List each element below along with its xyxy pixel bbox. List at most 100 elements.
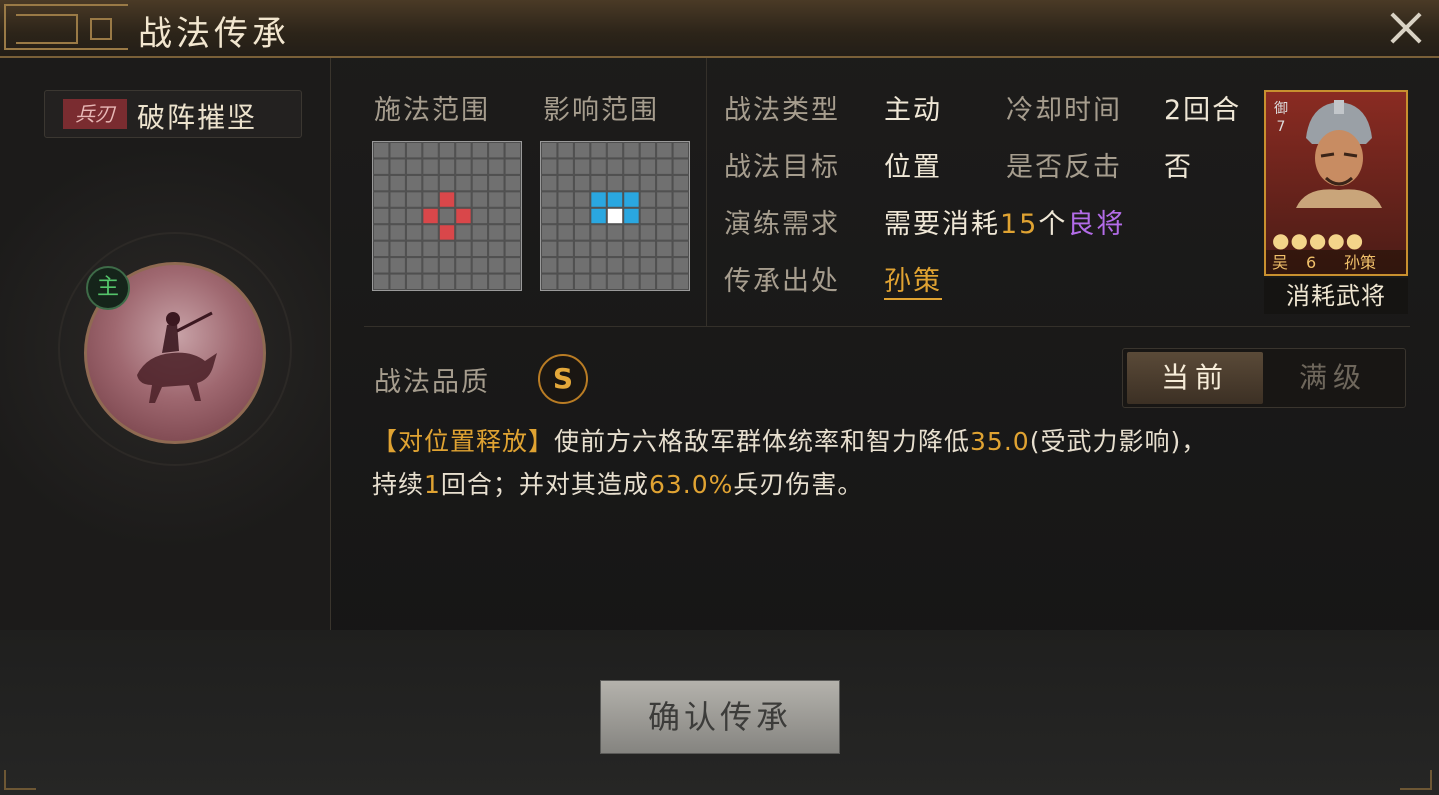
grid-cell <box>672 158 689 175</box>
grid-cell <box>573 224 591 241</box>
card-faction: 吴 <box>1272 253 1289 272</box>
counter-value: 否 <box>1164 152 1193 183</box>
grid-cell <box>541 257 558 274</box>
grid-cell <box>389 174 406 192</box>
grid-cell <box>373 257 390 274</box>
grid-cell <box>573 273 591 290</box>
general-portrait-icon <box>1296 100 1382 208</box>
grid-cell <box>639 240 657 258</box>
grid-cell <box>438 207 456 225</box>
grid-cell <box>389 191 406 208</box>
grid-cell <box>471 174 489 192</box>
grid-cell <box>471 273 489 290</box>
grid-cell <box>541 191 558 208</box>
grid-cell <box>656 174 673 192</box>
grid-cell <box>557 174 574 192</box>
grid-cell <box>573 207 591 225</box>
card-stars: ●●●●● <box>1272 228 1365 252</box>
horse-rider-icon <box>137 311 217 403</box>
grid-cell <box>389 257 406 274</box>
grid-cell <box>488 273 505 290</box>
grid-cell <box>471 142 489 159</box>
grid-cell <box>373 207 390 225</box>
grid-cell <box>455 174 472 192</box>
grid-cell <box>656 257 673 274</box>
grid-cell <box>573 257 591 274</box>
grid-cell <box>389 158 406 175</box>
grid-cell <box>405 207 423 225</box>
grid-cell <box>504 257 521 274</box>
grid-cell <box>438 142 456 159</box>
grid-cell <box>455 158 472 175</box>
grid-effect-svg <box>541 142 689 290</box>
confirm-inherit-button[interactable]: 确认传承 <box>600 680 840 754</box>
cast-range-label: 施法范围 <box>374 95 490 126</box>
card-cost: 6 <box>1306 253 1317 272</box>
grid-cell <box>422 191 439 208</box>
grid-cell <box>672 257 689 274</box>
skill-tag: 兵刃 破阵摧坚 <box>44 90 302 138</box>
grid-cast-svg <box>373 142 521 290</box>
desc-part3: 持续 <box>372 470 425 499</box>
skill-name: 破阵摧坚 <box>137 101 258 134</box>
grid-cell <box>438 273 456 290</box>
grid-cell <box>422 158 439 175</box>
grid-cell <box>623 142 640 159</box>
grid-cell <box>455 273 472 290</box>
grid-cell <box>590 142 607 159</box>
grid-cell <box>656 224 673 241</box>
grid-cell <box>573 174 591 192</box>
desc-turns: 1 <box>424 470 441 499</box>
grid-cell <box>373 240 390 258</box>
skill-inherit-dialog: 战法传承 兵刃 破阵摧坚 主 施法范围 影响范围 战法类型 主动 冷却时间 2回… <box>0 0 1439 795</box>
grid-cell <box>373 174 390 192</box>
grid-cell <box>590 240 607 258</box>
grid-cell <box>541 174 558 192</box>
grid-cell <box>422 207 439 225</box>
grid-cell <box>438 191 456 208</box>
dialog-title: 战法传承 <box>138 14 290 54</box>
grid-cell <box>455 224 472 241</box>
grid-cell <box>405 142 423 159</box>
grid-cell <box>672 207 689 225</box>
grid-cell <box>672 174 689 192</box>
general-card[interactable]: 御7 ●●●●● 吴 6 孙策 <box>1264 90 1408 276</box>
grid-cell <box>541 273 558 290</box>
close-icon[interactable] <box>1384 8 1428 48</box>
grid-cell <box>672 273 689 290</box>
grid-cell <box>405 191 423 208</box>
grid-cell <box>623 240 640 258</box>
grid-cell <box>623 191 640 208</box>
tab-current[interactable]: 当前 <box>1127 352 1263 404</box>
grid-cell <box>623 158 640 175</box>
card-side-text: 御7 <box>1274 101 1288 135</box>
train-mid: 个 <box>1038 209 1068 240</box>
skill-description: 【对位置释放】使前方六格敌军群体统率和智力降低35.0(受武力影响)， 持续1回合… <box>372 420 1412 506</box>
grid-cell <box>488 224 505 241</box>
grid-cell <box>639 273 657 290</box>
grid-cell <box>573 142 591 159</box>
grid-cell <box>488 191 505 208</box>
source-general-link[interactable]: 孙策 <box>884 259 942 300</box>
grid-cell <box>438 240 456 258</box>
grid-cell <box>639 207 657 225</box>
cast-range-grid <box>372 141 522 291</box>
grid-cell <box>557 158 574 175</box>
effect-range-label: 影响范围 <box>543 95 659 126</box>
tab-max-level[interactable]: 满级 <box>1265 352 1401 404</box>
grid-cell <box>504 224 521 241</box>
grid-cell <box>389 273 406 290</box>
train-prefix: 需要消耗 <box>884 209 1000 240</box>
grid-cell <box>606 174 624 192</box>
grid-cell <box>557 224 574 241</box>
grid-cell <box>557 257 574 274</box>
grid-cell <box>504 142 521 159</box>
grid-cell <box>541 224 558 241</box>
grid-cell <box>488 158 505 175</box>
grid-cell <box>623 224 640 241</box>
grid-cell <box>557 191 574 208</box>
grid-cell <box>606 257 624 274</box>
title-ornament <box>4 4 128 50</box>
grid-cell <box>488 142 505 159</box>
title-bar: 战法传承 <box>0 0 1439 58</box>
